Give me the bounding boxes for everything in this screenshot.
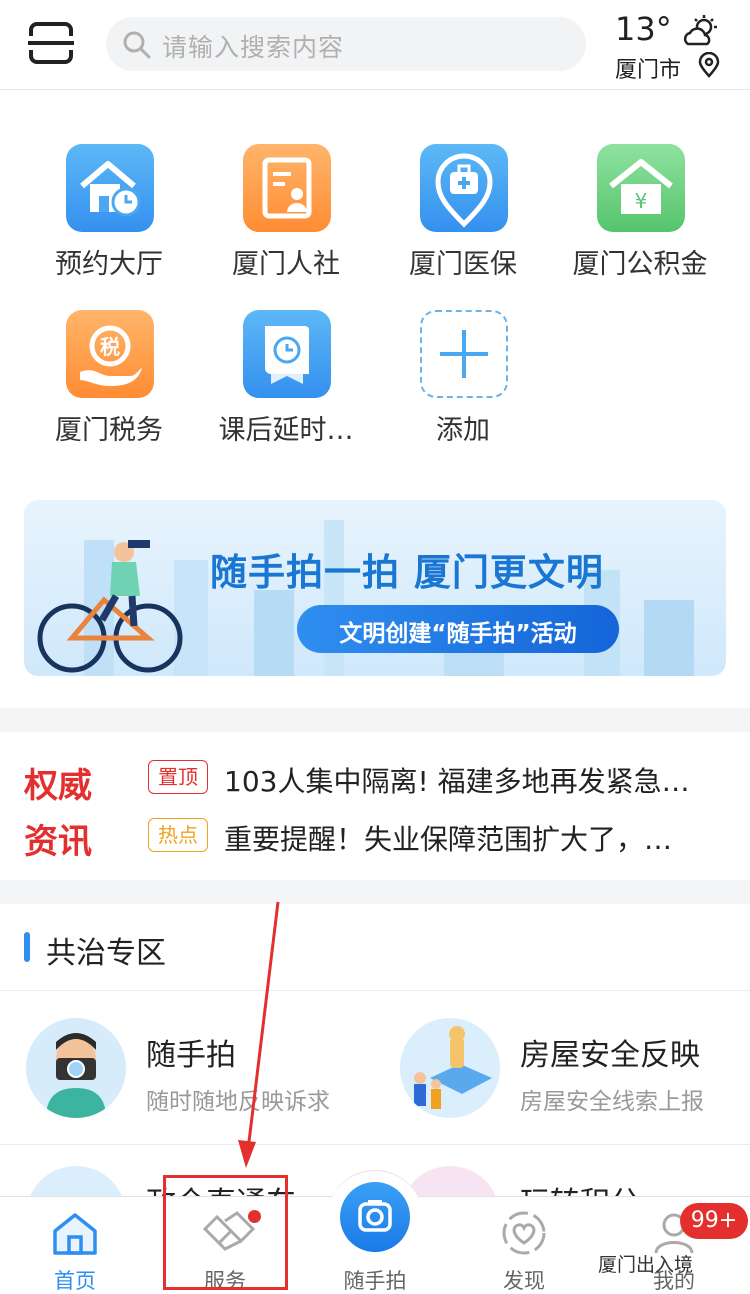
service-housing-fund[interactable]: ¥ 厦门公积金 <box>555 144 725 294</box>
city-name: 厦门市 <box>615 58 682 83</box>
search-placeholder: 请输入搜索内容 <box>162 33 345 62</box>
feature-subtitle: 房屋安全线索上报 <box>520 1089 704 1115</box>
section-divider <box>0 880 750 904</box>
photographer-avatar <box>26 1018 126 1118</box>
section-title: 共治专区 <box>46 936 166 971</box>
housing-safety-illustration <box>400 1018 500 1118</box>
banner-pill-label: 文明创建“随手拍”活动 <box>339 621 577 647</box>
tab-label: 首页 <box>54 1269 96 1293</box>
banner-title: 随手拍一拍 厦门更文明 <box>210 551 604 594</box>
section-title-marker <box>24 932 30 962</box>
tax-hand-icon: 税 <box>66 310 154 398</box>
banner-activity-button[interactable]: 文明创建“随手拍”活动 <box>297 605 619 653</box>
home-icon <box>53 1213 97 1255</box>
plus-icon <box>420 310 508 398</box>
house-yuan-icon: ¥ <box>597 144 685 232</box>
temperature: 13° <box>615 10 672 48</box>
divider-line <box>0 1144 750 1145</box>
news-headline[interactable]: 重要提醒！失业保障范围扩大了，… <box>224 818 724 858</box>
weather-widget[interactable]: 13° 厦门市 <box>612 8 737 83</box>
book-clock-icon <box>243 310 331 398</box>
camera-icon <box>358 1200 392 1232</box>
scan-icon[interactable] <box>28 22 74 64</box>
news-headline[interactable]: 103人集中隔离! 福建多地再发紧急… <box>224 760 724 800</box>
service-medical-insurance[interactable]: 厦门医保 <box>378 144 548 294</box>
medical-kit-icon <box>420 144 508 232</box>
service-label: 课后延时… <box>218 415 354 446</box>
service-label: 厦门医保 <box>409 249 517 280</box>
tab-label: 发现 <box>503 1269 545 1293</box>
service-label: 厦门税务 <box>55 415 163 446</box>
app-screen: 请输入搜索内容 13° 厦门市 预约大厅 厦门人社 厦门医保 ¥ 厦门公积金 税… <box>0 0 750 1294</box>
section-divider <box>0 708 750 732</box>
top-bar: 请输入搜索内容 13° 厦门市 <box>0 0 750 90</box>
divider-line <box>0 990 750 991</box>
service-label: 添加 <box>436 415 490 446</box>
feature-title: 随手拍 <box>146 1038 236 1073</box>
service-label: 预约大厅 <box>55 249 163 280</box>
tab-label: 随手拍 <box>343 1269 407 1293</box>
svg-text:税: 税 <box>100 335 120 359</box>
cloudy-sun-icon <box>683 15 717 46</box>
tab-discover[interactable]: 发现 <box>464 1197 584 1294</box>
discover-heart-icon <box>502 1211 546 1255</box>
news-brand-line1: 权威 <box>24 766 92 806</box>
location-pin-icon <box>698 52 720 78</box>
pinned-badge: 置顶 <box>148 760 208 794</box>
snapshot-button[interactable] <box>340 1182 410 1252</box>
service-label: 厦门公积金 <box>572 249 708 280</box>
feature-subtitle: 随时随地反映诉求 <box>146 1089 330 1115</box>
service-tax[interactable]: 税 厦门税务 <box>24 310 194 460</box>
search-icon <box>123 31 151 59</box>
mine-count-badge: 99+ <box>680 1203 748 1239</box>
tab-home[interactable]: 首页 <box>15 1197 135 1294</box>
service-label: 厦门人社 <box>232 249 340 280</box>
service-add[interactable]: 添加 <box>378 310 548 460</box>
service-social-security[interactable]: 厦门人社 <box>201 144 371 294</box>
id-card-icon <box>243 144 331 232</box>
svg-text:¥: ¥ <box>635 189 648 213</box>
search-input[interactable]: 请输入搜索内容 <box>106 17 586 71</box>
service-after-school[interactable]: 课后延时… <box>201 310 371 460</box>
house-clock-icon <box>66 144 154 232</box>
watermark-text: 厦门出入境 <box>598 1254 694 1276</box>
news-brand-line2: 资讯 <box>24 822 92 862</box>
feature-title: 房屋安全反映 <box>520 1038 700 1073</box>
annotation-highlight-box <box>163 1175 288 1290</box>
hot-badge: 热点 <box>148 818 208 852</box>
promo-banner[interactable]: 随手拍一拍 厦门更文明 文明创建“随手拍”活动 <box>24 500 726 676</box>
service-appointment-hall[interactable]: 预约大厅 <box>24 144 194 294</box>
